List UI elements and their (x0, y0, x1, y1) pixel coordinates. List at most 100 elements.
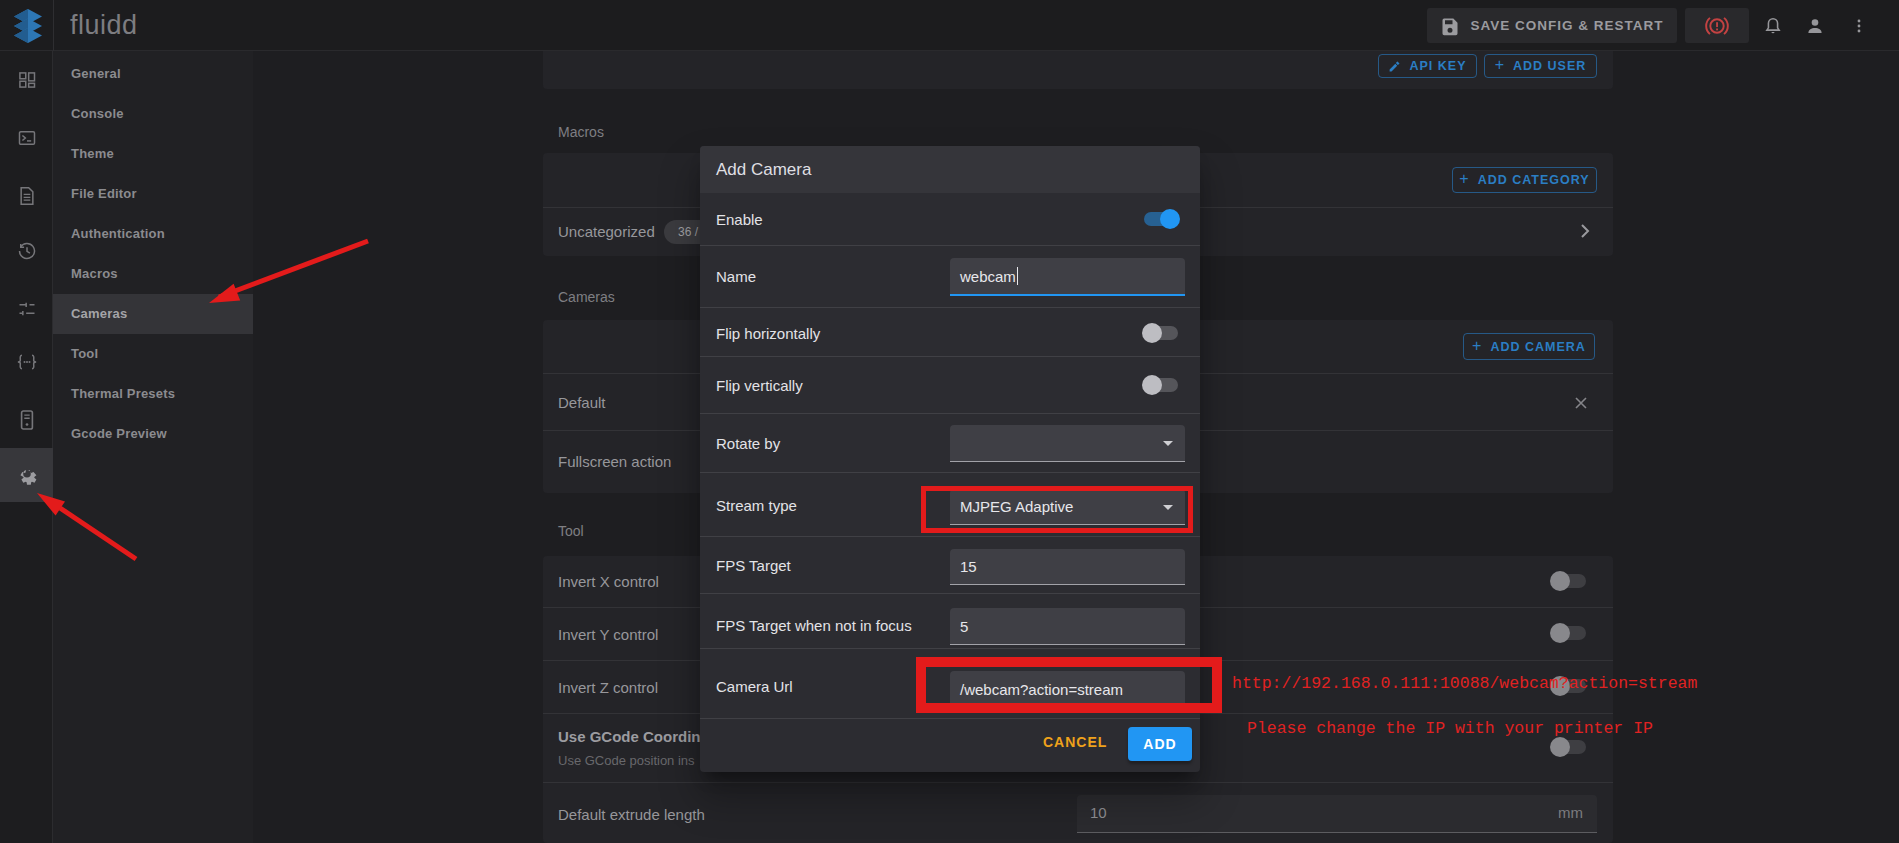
fullscreen-action-label: Fullscreen action (558, 453, 671, 470)
add-category-button[interactable]: + ADD CATEGORY (1452, 167, 1597, 193)
name-value: webcam (960, 268, 1016, 285)
kebab-menu-button[interactable] (1843, 12, 1875, 40)
dialog-header: Add Camera (700, 146, 1200, 193)
cancel-button[interactable]: CANCEL (1043, 734, 1103, 756)
name-input[interactable]: webcam (950, 258, 1185, 296)
flip-vertical-toggle[interactable] (1142, 375, 1180, 395)
default-extrude-unit: mm (1558, 804, 1583, 821)
file-icon (18, 186, 36, 206)
tune-icon (17, 299, 37, 319)
rotate-by-select[interactable] (950, 425, 1185, 462)
fps-target-label: FPS Target (716, 557, 791, 574)
dialog-title: Add Camera (716, 160, 811, 180)
person-icon (1804, 15, 1826, 37)
add-user-button[interactable]: + ADD USER (1484, 54, 1597, 78)
rotate-by-label: Rotate by (716, 435, 780, 452)
fps-focus-value: 5 (960, 618, 968, 635)
fps-focus-label: FPS Target when not in focus (716, 617, 912, 634)
gear-icon (15, 463, 39, 487)
fps-focus-input[interactable]: 5 (950, 608, 1185, 645)
braces-icon (15, 352, 39, 372)
annotation-url-text: http://192.168.0.111:10088/webcam?action… (1232, 674, 1697, 693)
sidebar-item-files[interactable] (0, 176, 53, 216)
emergency-stop-icon (1704, 13, 1730, 39)
nav-item-macros[interactable]: Macros (53, 254, 253, 294)
nav-item-gcode-preview[interactable]: Gcode Preview (53, 414, 253, 454)
save-icon (1440, 16, 1460, 36)
api-key-button[interactable]: API KEY (1378, 54, 1477, 78)
pencil-icon (1388, 60, 1401, 73)
account-button[interactable] (1797, 12, 1833, 40)
enable-toggle[interactable] (1142, 209, 1180, 229)
chevron-right-icon[interactable] (1577, 223, 1593, 239)
nav-item-file-editor[interactable]: File Editor (53, 174, 253, 214)
tool-section-title: Tool (558, 523, 584, 539)
plus-icon: + (1495, 56, 1505, 74)
uncategorized-label: Uncategorized (558, 223, 655, 240)
api-key-label: API KEY (1409, 59, 1466, 73)
camera-default-label: Default (558, 394, 606, 411)
flip-horizontal-label: Flip horizontally (716, 325, 820, 342)
nav-item-tool[interactable]: Tool (53, 334, 253, 374)
icon-sidebar (0, 51, 53, 843)
sidebar-item-dashboard[interactable] (0, 60, 53, 100)
add-camera-button[interactable]: + ADD CAMERA (1463, 333, 1595, 360)
default-extrude-value: 10 (1090, 804, 1107, 821)
kebab-menu-icon (1849, 15, 1869, 37)
sidebar-item-history[interactable] (0, 231, 53, 271)
name-label: Name (716, 268, 756, 285)
use-gcode-toggle[interactable] (1550, 737, 1588, 757)
emergency-stop-button[interactable] (1685, 8, 1749, 43)
default-extrude-input[interactable]: 10 mm (1077, 795, 1597, 833)
nav-item-theme[interactable]: Theme (53, 134, 253, 174)
add-category-label: ADD CATEGORY (1478, 173, 1590, 187)
add-button[interactable]: ADD (1128, 727, 1192, 761)
chevron-down-icon (1163, 441, 1173, 446)
save-config-label: SAVE CONFIG & RESTART (1470, 18, 1663, 33)
use-gcode-sublabel: Use GCode position ins (558, 753, 695, 768)
annotation-note-text: Please change the IP with your printer I… (1247, 719, 1653, 738)
console-icon (17, 128, 37, 148)
plus-icon: + (1459, 170, 1469, 188)
app-name: fluidd (70, 10, 138, 41)
printer-icon (18, 409, 36, 431)
history-icon (17, 241, 37, 261)
text-cursor (1017, 267, 1019, 285)
flip-vertical-label: Flip vertically (716, 377, 803, 394)
sidebar-item-console[interactable] (0, 118, 53, 158)
plus-icon: + (1472, 337, 1482, 355)
annotation-box-stream-type (921, 486, 1193, 533)
invert-x-toggle[interactable] (1550, 571, 1588, 591)
add-camera-label: ADD CAMERA (1490, 340, 1585, 354)
sidebar-item-settings[interactable] (0, 455, 53, 495)
flip-horizontal-toggle[interactable] (1142, 323, 1180, 343)
nav-item-console[interactable]: Console (53, 94, 253, 134)
notifications-button[interactable] (1755, 12, 1791, 40)
bell-icon (1762, 15, 1784, 37)
add-user-label: ADD USER (1513, 59, 1586, 73)
invert-x-label: Invert X control (558, 573, 659, 590)
nav-item-thermal-presets[interactable]: Thermal Presets (53, 374, 253, 414)
topbar-divider (53, 0, 54, 51)
fps-target-input[interactable]: 15 (950, 549, 1185, 585)
nav-item-cameras[interactable]: Cameras (53, 294, 253, 334)
fps-target-value: 15 (960, 558, 977, 575)
use-gcode-label: Use GCode Coordina (558, 728, 709, 745)
camera-url-label: Camera Url (716, 678, 793, 695)
dashboard-icon (17, 70, 37, 90)
close-icon[interactable] (1573, 395, 1589, 411)
macros-section-title: Macros (558, 124, 604, 140)
invert-y-toggle[interactable] (1550, 623, 1588, 643)
invert-y-label: Invert Y control (558, 626, 658, 643)
top-bar: fluidd SAVE CONFIG & RESTART (0, 0, 1899, 51)
nav-item-authentication[interactable]: Authentication (53, 214, 253, 254)
save-config-restart-button[interactable]: SAVE CONFIG & RESTART (1427, 8, 1677, 43)
default-extrude-label: Default extrude length (558, 806, 705, 823)
sidebar-item-printer[interactable] (0, 400, 53, 440)
stream-type-label: Stream type (716, 497, 797, 514)
annotation-box-camera-url (916, 657, 1222, 713)
cameras-section-title: Cameras (558, 289, 615, 305)
nav-item-general[interactable]: General (53, 54, 253, 94)
sidebar-item-macros[interactable] (0, 342, 53, 382)
sidebar-item-tune[interactable] (0, 289, 53, 329)
